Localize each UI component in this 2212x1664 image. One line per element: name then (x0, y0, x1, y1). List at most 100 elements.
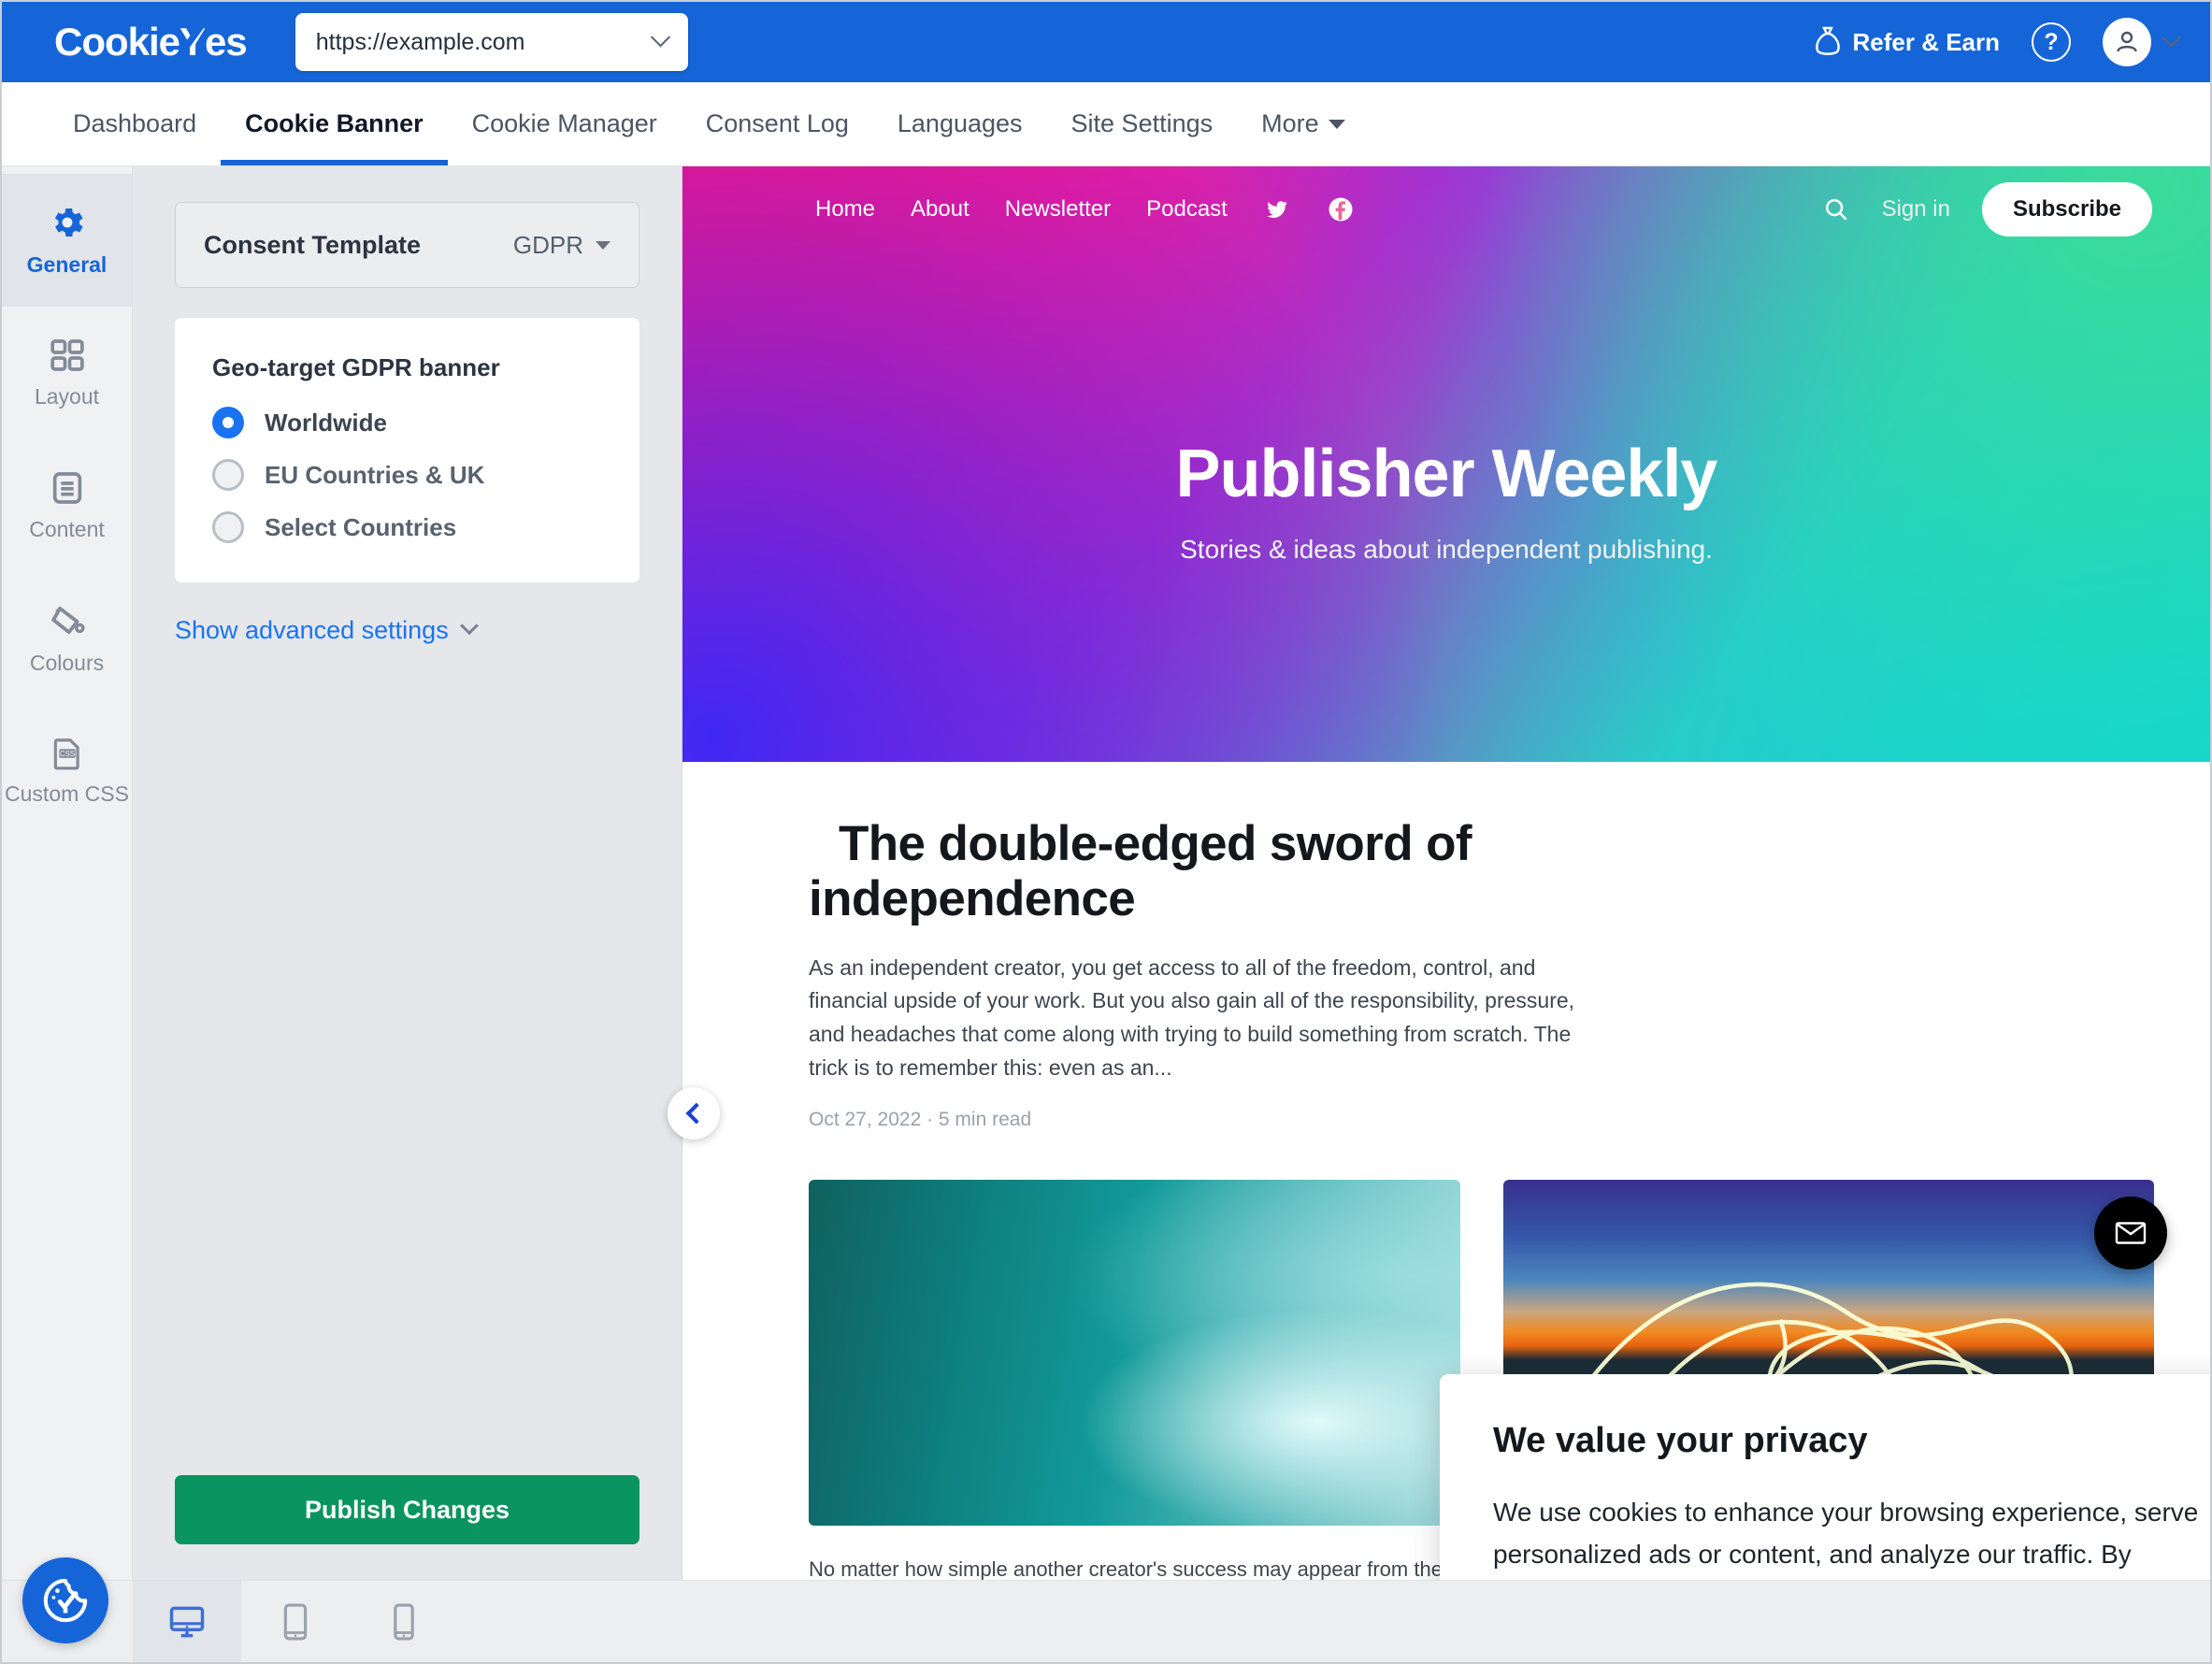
facebook-icon[interactable] (1327, 195, 1355, 223)
money-bag-icon (1815, 26, 1840, 55)
mobile-icon (394, 1602, 414, 1641)
publish-label: Publish Changes (304, 1495, 510, 1524)
radio-indicator (212, 459, 244, 491)
document-icon (52, 472, 81, 505)
cookie-dialog-body: We use cookies to enhance your browsing … (1493, 1498, 2199, 1570)
grid-icon (50, 339, 84, 372)
sign-in-link[interactable]: Sign in (1882, 196, 1950, 222)
tab-label: Languages (897, 109, 1023, 137)
chevron-down-icon (650, 26, 670, 47)
search-icon[interactable] (1822, 195, 1850, 223)
twitter-icon[interactable] (1263, 197, 1291, 222)
featured-excerpt: As an independent creator, you get acces… (809, 954, 1575, 1080)
site-nav-home[interactable]: Home (815, 196, 875, 222)
radio-indicator (212, 511, 244, 543)
glacier-ice-photo (809, 1180, 1460, 1527)
chevron-down-icon (2161, 26, 2182, 47)
desktop-icon (169, 1606, 205, 1637)
sidebar-item-colours[interactable]: Colours (2, 572, 132, 705)
sidebar-item-general[interactable]: General (2, 174, 132, 307)
radio-label: Worldwide (265, 408, 387, 437)
settings-panel: Consent Template GDPR Geo-target GDPR ba… (133, 166, 682, 1580)
site-nav-newsletter[interactable]: Newsletter (1005, 196, 1111, 222)
site-nav-about[interactable]: About (911, 196, 970, 222)
chevron-left-icon (685, 1102, 708, 1125)
featured-article: The double-edged sword of independence A… (809, 816, 1613, 1131)
cookieyes-banner-editor: Cookie Yes https://example.com Refer & Ea… (0, 0, 2212, 1664)
tab-consent-log[interactable]: Consent Log (682, 82, 873, 165)
consent-template-select[interactable]: Consent Template GDPR (175, 202, 639, 288)
device-preview-switcher (133, 1581, 458, 1662)
radio-label: EU Countries & UK (265, 460, 485, 489)
user-icon (2117, 31, 2137, 52)
caret-down-icon (1328, 119, 1345, 129)
publish-changes-button[interactable]: Publish Changes (175, 1475, 639, 1544)
preview-site-nav: Home About Newsletter Podcast Sign in Su… (682, 166, 2210, 252)
site-url-value: https://example.com (315, 28, 525, 55)
geo-target-title: Geo-target GDPR banner (212, 353, 500, 381)
chevron-down-icon (459, 615, 479, 635)
tab-label: Cookie Manager (471, 109, 657, 137)
radio-indicator (212, 407, 244, 438)
sidebar-item-label: Content (29, 517, 105, 542)
account-menu[interactable] (2103, 18, 2182, 66)
tab-languages[interactable]: Languages (873, 82, 1047, 165)
tablet-icon (283, 1602, 308, 1641)
main-nav: Dashboard Cookie Banner Cookie Manager C… (2, 82, 2210, 166)
radio-worldwide[interactable]: Worldwide (212, 407, 602, 438)
device-mobile-button[interactable] (350, 1581, 458, 1662)
sidebar-item-label: Layout (34, 384, 100, 409)
consent-template-value: GDPR (512, 230, 583, 259)
cookieyes-floating-badge[interactable] (22, 1557, 108, 1643)
envelope-icon (2115, 1222, 2147, 1244)
radio-select-countries[interactable]: Select Countries (212, 511, 602, 543)
css-file-icon: CSS (53, 739, 79, 770)
radio-label: Select Countries (265, 512, 457, 541)
featured-title: The double-edged sword of independence (809, 816, 1613, 927)
featured-title-line1: The double-edged sword of (839, 816, 1472, 871)
radio-eu-uk[interactable]: EU Countries & UK (212, 459, 602, 491)
featured-meta: Oct 27, 2022 · 5 min read (809, 1109, 1032, 1131)
device-desktop-button[interactable] (133, 1581, 241, 1662)
tab-dashboard[interactable]: Dashboard (49, 82, 221, 165)
collapse-panel-button[interactable] (668, 1087, 720, 1140)
tab-cookie-manager[interactable]: Cookie Manager (448, 82, 682, 165)
caret-down-icon (596, 240, 610, 250)
top-bar: Cookie Yes https://example.com Refer & Ea… (2, 2, 2210, 82)
refer-and-earn-button[interactable]: Refer & Earn (1814, 26, 2001, 58)
show-advanced-settings-link[interactable]: Show advanced settings (175, 615, 639, 645)
gear-icon (54, 208, 83, 237)
subscribe-button[interactable]: Subscribe (1981, 182, 2152, 237)
tab-label: More (1261, 109, 1319, 137)
sidebar-item-label: General (26, 252, 108, 278)
sidebar-item-label: Colours (29, 651, 105, 676)
palette-icon (50, 607, 85, 635)
cookie-consent-dialog: We value your privacy We use cookies to … (1440, 1374, 2210, 1580)
contact-widget-button[interactable] (2094, 1197, 2167, 1270)
sidebar-item-label: Custom CSS (5, 782, 129, 807)
tab-cookie-banner[interactable]: Cookie Banner (221, 82, 448, 165)
article-card[interactable]: No matter how simple another creator's s… (809, 1180, 1460, 1580)
banner-preview: Home About Newsletter Podcast Sign in Su… (682, 166, 2210, 1580)
hero-title: Publisher Weekly (1175, 437, 1718, 511)
site-nav-podcast[interactable]: Podcast (1146, 196, 1228, 222)
hero-subtitle: Stories & ideas about independent publis… (1180, 535, 1713, 564)
editor-section-rail: General Layout Content Colours CSS Custo… (2, 166, 133, 1580)
card-excerpt: No matter how simple another creator's s… (809, 1557, 1443, 1580)
cookieyes-logo[interactable]: Cookie Yes (54, 15, 248, 65)
sidebar-item-layout[interactable]: Layout (2, 307, 132, 439)
refer-label: Refer & Earn (1852, 27, 2001, 56)
tab-label: Dashboard (73, 109, 197, 137)
tab-site-settings[interactable]: Site Settings (1047, 82, 1238, 165)
tab-label: Cookie Banner (245, 109, 424, 137)
cookie-dialog-title: We value your privacy (1493, 1421, 1868, 1460)
sidebar-item-custom-css[interactable]: CSS Custom CSS (2, 705, 132, 838)
sidebar-item-content[interactable]: Content (2, 439, 132, 572)
site-selector[interactable]: https://example.com (294, 13, 688, 71)
geo-target-card: Geo-target GDPR banner Worldwide EU Coun… (175, 318, 639, 582)
help-icon[interactable]: ? (2032, 22, 2071, 62)
avatar (2103, 18, 2151, 66)
tab-more[interactable]: More (1237, 82, 1370, 165)
cookie-check-icon (43, 1578, 88, 1623)
device-tablet-button[interactable] (241, 1581, 350, 1662)
